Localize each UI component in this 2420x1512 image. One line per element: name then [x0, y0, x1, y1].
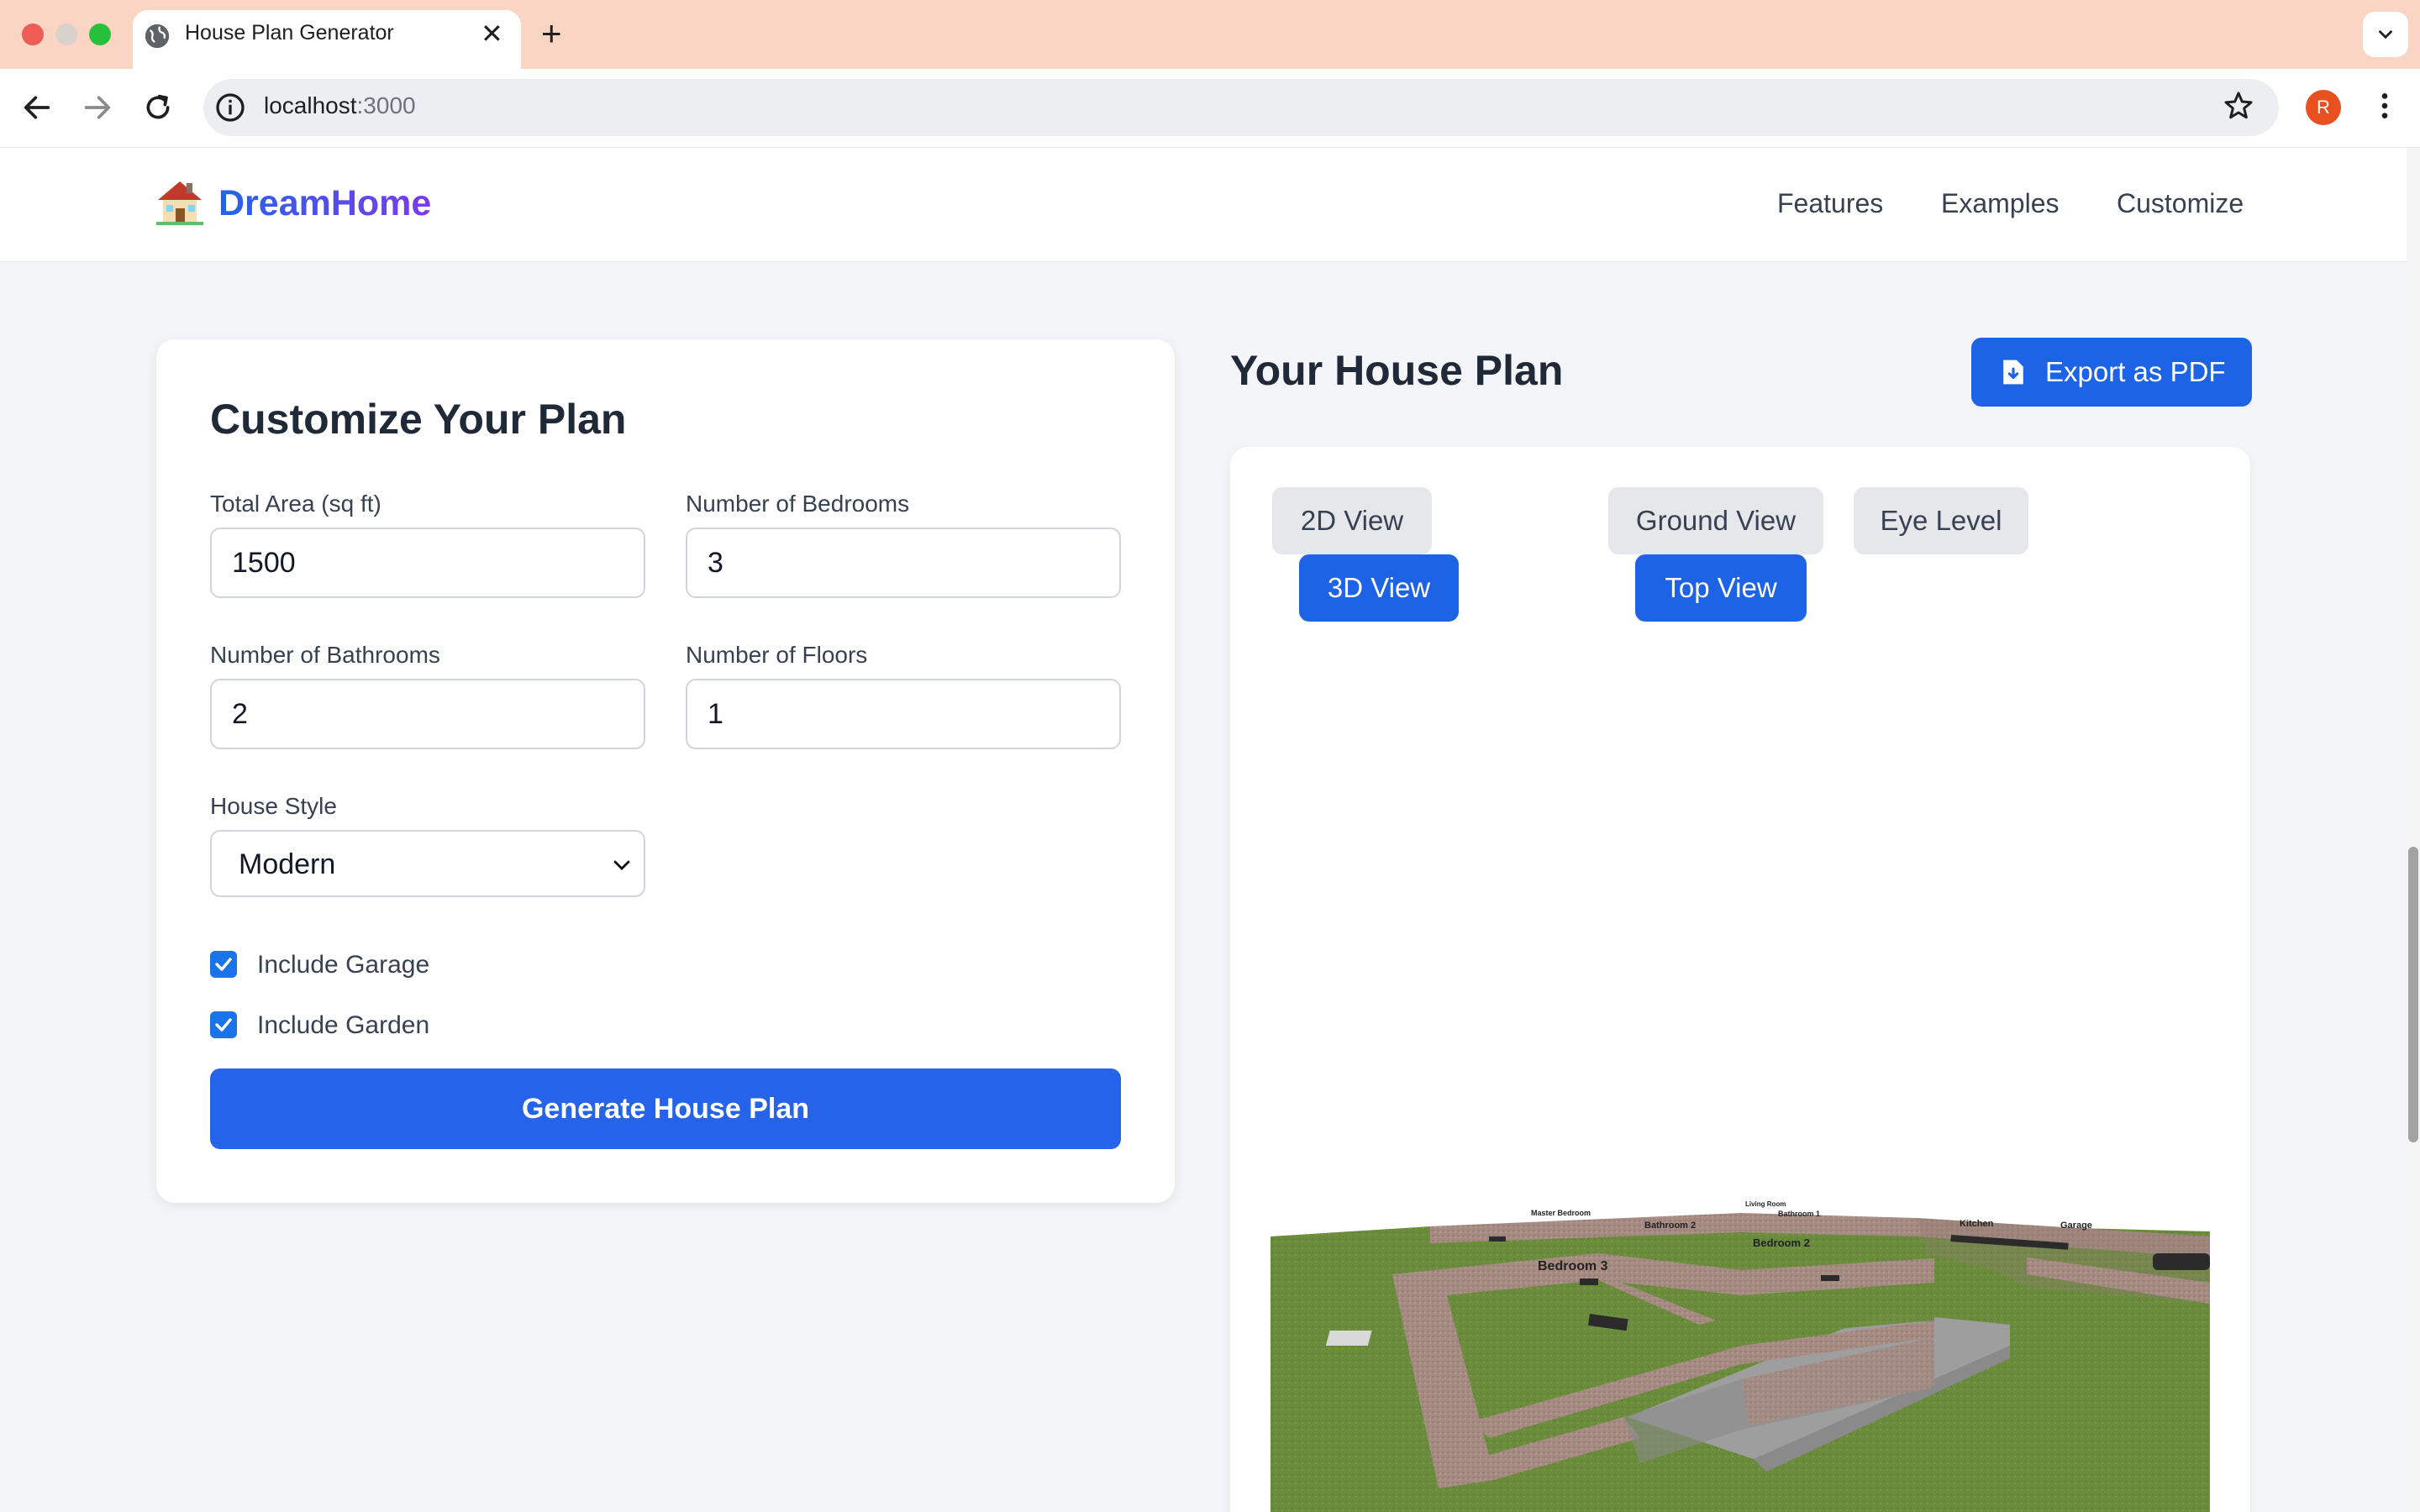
export-label: Export as PDF: [2045, 356, 2226, 387]
room-label-bedroom-3: Bedroom 3: [1538, 1259, 1608, 1273]
url-text: localhost:3000: [264, 92, 416, 119]
site-info-icon[interactable]: [213, 91, 247, 124]
page-scrollbar[interactable]: [2407, 148, 2420, 1512]
floors-input[interactable]: [686, 679, 1121, 749]
nav-features[interactable]: Features: [1777, 188, 1883, 219]
house-style-select[interactable]: Modern: [210, 830, 645, 897]
room-label-master-bedroom: Master Bedroom: [1531, 1209, 1591, 1217]
logo-text[interactable]: DreamHome: [218, 183, 431, 224]
total-area-input[interactable]: [210, 528, 645, 598]
nav-examples[interactable]: Examples: [1941, 188, 2060, 219]
chevron-down-icon: [613, 860, 630, 870]
view-2d-button[interactable]: 2D View: [1272, 487, 1432, 554]
house-style-value: Modern: [239, 848, 336, 880]
room-label-bedroom-2: Bedroom 2: [1753, 1236, 1810, 1249]
tab-title: House Plan Generator: [185, 21, 394, 45]
room-label-bathroom-2: Bathroom 2: [1644, 1221, 1696, 1231]
forward-icon[interactable]: [81, 91, 114, 124]
export-pdf-button[interactable]: Export as PDF: [1971, 338, 2252, 407]
view-3d-button[interactable]: 3D View: [1299, 554, 1459, 622]
include-garden-checkbox[interactable]: [210, 1011, 237, 1038]
house-icon: [156, 181, 203, 225]
site-header: DreamHome Features Examples Customize: [0, 148, 2407, 262]
bookmark-star-icon[interactable]: [2222, 89, 2255, 123]
back-icon[interactable]: [20, 91, 54, 124]
url-host: localhost: [264, 92, 357, 118]
include-garden-label[interactable]: Include Garden: [257, 1011, 429, 1040]
room-label-garage: Garage: [2060, 1221, 2092, 1231]
generate-house-plan-button[interactable]: Generate House Plan: [210, 1068, 1121, 1149]
tab-search-button[interactable]: [2363, 12, 2408, 57]
close-window-button[interactable]: [22, 24, 44, 45]
ground-view-button[interactable]: Ground View: [1608, 487, 1823, 554]
bathrooms-label: Number of Bathrooms: [210, 642, 440, 668]
file-download-icon: [2003, 360, 2023, 385]
chevron-down-icon: [2379, 30, 2392, 39]
bedrooms-input[interactable]: [686, 528, 1121, 598]
globe-icon: [145, 24, 170, 49]
floors-label: Number of Floors: [686, 642, 868, 668]
maximize-window-button[interactable]: [89, 24, 111, 45]
include-garage-checkbox[interactable]: [210, 951, 237, 978]
include-garage-label[interactable]: Include Garage: [257, 951, 429, 979]
room-label-kitchen: Kitchen: [1960, 1219, 1994, 1229]
eye-level-button[interactable]: Eye Level: [1854, 487, 2028, 554]
reload-icon[interactable]: [141, 91, 175, 124]
house-style-label: House Style: [210, 793, 337, 819]
total-area-label: Total Area (sq ft): [210, 491, 381, 517]
close-tab-icon[interactable]: ✕: [481, 17, 503, 50]
bathrooms-input[interactable]: [210, 679, 645, 749]
3d-viewport[interactable]: Master Bedroom Living Room Bathroom 1 Ba…: [1270, 800, 2210, 1512]
checkmark-icon: [215, 1018, 232, 1032]
minimize-window-button[interactable]: [55, 24, 77, 45]
form-title: Customize Your Plan: [210, 396, 627, 443]
profile-avatar[interactable]: R: [2306, 90, 2341, 125]
3d-house-scene: Master Bedroom Living Room Bathroom 1 Ba…: [1270, 1200, 2210, 1512]
house-plan-card: 2D View 3D View Ground View Top View Eye…: [1230, 447, 2250, 1512]
checkmark-icon: [215, 958, 232, 971]
customize-plan-card: Customize Your Plan Total Area (sq ft) N…: [156, 339, 1175, 1203]
url-port: :3000: [356, 92, 416, 118]
top-view-button[interactable]: Top View: [1635, 554, 1807, 622]
web-page: DreamHome Features Examples Customize Cu…: [0, 148, 2407, 1512]
address-bar[interactable]: [203, 79, 2279, 136]
room-label-living-room: Living Room: [1745, 1200, 1786, 1208]
bedrooms-label: Number of Bedrooms: [686, 491, 910, 517]
room-label-bathroom-1: Bathroom 1: [1778, 1210, 1820, 1218]
nav-customize[interactable]: Customize: [2117, 188, 2244, 219]
scrollbar-thumb[interactable]: [2408, 847, 2418, 1142]
more-menu-icon[interactable]: [2368, 89, 2402, 123]
plan-title: Your House Plan: [1230, 347, 1564, 394]
new-tab-icon[interactable]: +: [541, 13, 562, 54]
